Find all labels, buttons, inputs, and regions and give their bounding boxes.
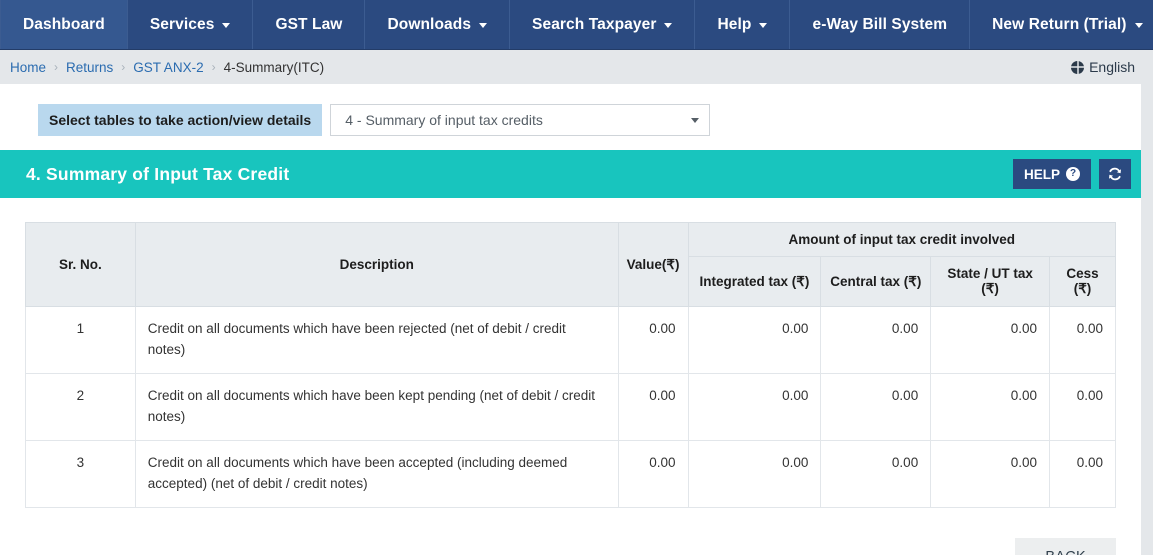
cell-central-tax: 0.00 (820, 306, 932, 374)
cell-integrated-tax: 0.00 (687, 306, 822, 374)
nav-item-new-return-trial[interactable]: New Return (Trial) (970, 0, 1153, 49)
back-button[interactable]: BACK (1015, 537, 1116, 555)
cell-state-ut-tax: 0.00 (930, 439, 1050, 508)
cell-description: Credit on all documents which have been … (134, 372, 619, 441)
column-header-description: Description (134, 222, 619, 307)
globe-icon (1071, 60, 1085, 74)
column-header-srno: Sr. No. (25, 222, 136, 307)
page-content: Select tables to take action/view detail… (0, 84, 1141, 555)
main-navigation: Dashboard Services GST Law Downloads Sea… (0, 0, 1153, 50)
breadcrumb-item-home[interactable]: Home (8, 60, 48, 75)
cell-cess: 0.00 (1049, 306, 1116, 374)
cell-srno: 1 (25, 306, 136, 374)
cell-srno: 2 (25, 372, 136, 441)
breadcrumb-bar: Home › Returns › GST ANX-2 › 4-Summary(I… (0, 50, 1153, 84)
nav-item-gst-law[interactable]: GST Law (253, 0, 366, 49)
chevron-down-icon (664, 23, 673, 28)
language-selector[interactable]: English (1071, 59, 1143, 75)
nav-item-label: Downloads (387, 15, 472, 33)
cell-integrated-tax: 0.00 (687, 439, 822, 508)
nav-item-help[interactable]: Help (695, 0, 791, 49)
nav-item-downloads[interactable]: Downloads (365, 0, 511, 49)
help-button-label: HELP (1023, 166, 1060, 182)
breadcrumb-item-current: 4-Summary(ITC) (223, 59, 325, 75)
refresh-button[interactable] (1099, 159, 1131, 189)
chevron-down-icon (222, 23, 231, 28)
nav-item-label: New Return (Trial) (992, 15, 1127, 33)
breadcrumb-item-returns[interactable]: Returns (64, 60, 115, 75)
breadcrumb-separator: › (121, 60, 126, 74)
chevron-down-icon (1134, 23, 1143, 28)
select-tables-row: Select tables to take action/view detail… (0, 84, 1141, 150)
table-row: 1 Credit on all documents which have bee… (25, 306, 1116, 374)
breadcrumb-separator: › (54, 60, 59, 74)
help-button[interactable]: HELP ? (1012, 159, 1091, 189)
cell-value: 0.00 (617, 439, 689, 508)
itc-summary-table-wrap: Sr. No. Description Value(₹) Amount of i… (0, 198, 1141, 508)
column-header-cess: Cess (₹) (1049, 256, 1116, 307)
select-tables-value: 4 - Summary of input tax credits (345, 112, 543, 128)
table-header-row-1: Sr. No. Description Value(₹) Amount of i… (25, 222, 1116, 307)
cell-description: Credit on all documents which have been … (134, 439, 619, 508)
select-tables-dropdown[interactable]: 4 - Summary of input tax credits (330, 104, 711, 136)
breadcrumb-separator: › (211, 60, 216, 74)
cell-value: 0.00 (617, 306, 689, 374)
nav-item-search-taxpayer[interactable]: Search Taxpayer (510, 0, 696, 49)
cell-cess: 0.00 (1049, 372, 1116, 441)
section-header-actions: HELP ? (1012, 159, 1131, 189)
cell-central-tax: 0.00 (820, 439, 932, 508)
table-row: 3 Credit on all documents which have bee… (25, 439, 1116, 508)
cell-value: 0.00 (617, 372, 689, 441)
chevron-down-icon (691, 117, 700, 123)
select-tables-label: Select tables to take action/view detail… (38, 104, 323, 136)
page-footer: BACK (0, 508, 1141, 555)
column-header-value: Value(₹) (617, 222, 689, 307)
nav-item-label: Services (149, 15, 215, 33)
nav-item-services[interactable]: Services (128, 0, 254, 49)
page-title: 4. Summary of Input Tax Credit (26, 163, 290, 184)
nav-item-eway-bill-system[interactable]: e-Way Bill System (790, 0, 971, 49)
cell-srno: 3 (25, 439, 136, 508)
section-header: 4. Summary of Input Tax Credit HELP ? (0, 150, 1141, 198)
table-row: 2 Credit on all documents which have bee… (25, 372, 1116, 441)
breadcrumb-item-gst-anx-2[interactable]: GST ANX-2 (131, 60, 205, 75)
nav-item-label: Search Taxpayer (532, 15, 657, 33)
column-header-state-ut-tax: State / UT tax (₹) (930, 256, 1050, 307)
nav-item-label: Dashboard (23, 15, 105, 33)
table-body: 1 Credit on all documents which have bee… (25, 306, 1116, 508)
chevron-down-icon (479, 23, 488, 28)
language-label: English (1089, 59, 1135, 75)
column-group-header-itc-amount: Amount of input tax credit involved (687, 222, 1116, 257)
cell-integrated-tax: 0.00 (687, 372, 822, 441)
table-head: Sr. No. Description Value(₹) Amount of i… (25, 222, 1116, 307)
refresh-icon (1109, 167, 1121, 181)
nav-item-label: GST Law (275, 15, 343, 33)
column-header-integrated-tax: Integrated tax (₹) (687, 256, 822, 307)
nav-item-dashboard[interactable]: Dashboard (0, 0, 128, 49)
cell-cess: 0.00 (1049, 439, 1116, 508)
nav-item-label: e-Way Bill System (812, 15, 948, 33)
column-header-central-tax: Central tax (₹) (820, 256, 932, 307)
cell-state-ut-tax: 0.00 (930, 372, 1050, 441)
chevron-down-icon (759, 23, 768, 28)
itc-summary-table: Sr. No. Description Value(₹) Amount of i… (25, 222, 1116, 508)
breadcrumb: Home › Returns › GST ANX-2 › 4-Summary(I… (8, 60, 326, 75)
cell-description: Credit on all documents which have been … (134, 306, 619, 374)
cell-central-tax: 0.00 (820, 372, 932, 441)
nav-item-label: Help (717, 15, 752, 33)
cell-state-ut-tax: 0.00 (930, 306, 1050, 374)
question-mark-icon: ? (1066, 167, 1080, 181)
